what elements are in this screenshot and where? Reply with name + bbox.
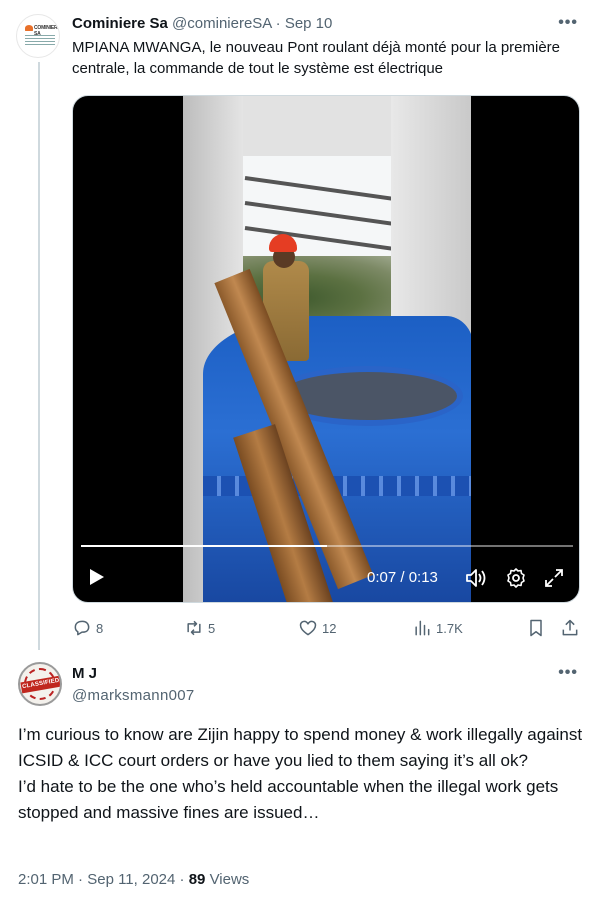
video-time: 0:07 / 0:13	[367, 569, 438, 586]
gear-icon[interactable]	[505, 567, 527, 589]
reply-button[interactable]: 8	[72, 616, 103, 640]
tweet2-separator: ·	[78, 871, 84, 888]
tweet2-views-label: Views	[209, 871, 250, 888]
reply-icon	[74, 620, 90, 636]
avatar-cominiere[interactable]: COMINIERE SA	[16, 14, 60, 58]
tweet2-views-count: 89	[188, 871, 206, 888]
play-icon[interactable]	[89, 568, 105, 586]
tweet2-more-icon[interactable]: •••	[558, 664, 578, 682]
tweet2-text-line: I’m curious to know are Zijin happy to s…	[18, 725, 583, 770]
tweet2-time[interactable]: 2:01 PM	[18, 871, 74, 888]
like-count: 12	[322, 620, 337, 636]
logo-lines	[25, 35, 55, 47]
share-button[interactable]	[560, 616, 584, 640]
video-frame	[183, 96, 471, 602]
tweet2-text-line: I’d hate to be the one who’s held accoun…	[18, 777, 559, 822]
avatar-mj[interactable]: CLASSIFIED	[18, 662, 62, 706]
tweet2-text: I’m curious to know are Zijin happy to s…	[18, 722, 583, 826]
tweet2-separator-2: ·	[179, 871, 185, 888]
bookmark-button[interactable]	[526, 616, 550, 640]
video-progress-fill	[81, 545, 327, 547]
tweet1-text: MPIANA MWANGA, le nouveau Pont roulant d…	[72, 39, 561, 77]
video-progress-bar[interactable]	[81, 545, 573, 547]
tweet1-header: Cominiere Sa @cominiereSA · Sep 10	[72, 14, 582, 34]
logo-flame-icon	[25, 25, 33, 31]
expand-icon[interactable]	[543, 567, 565, 589]
volume-icon[interactable]	[465, 568, 487, 588]
views-button[interactable]: 1.7K	[412, 616, 463, 640]
analytics-icon	[415, 620, 430, 636]
video-player[interactable]: 0:07 / 0:13	[72, 95, 580, 603]
tweet1-action-bar: 8 5 12 1.7K	[72, 616, 582, 640]
tweet2-date[interactable]: Sep 11, 2024	[87, 871, 175, 888]
bookmark-icon	[530, 619, 542, 637]
thread-connector-line	[38, 62, 40, 650]
tweet2-meta: 2:01 PM · Sep 11, 2024 · 89 Views	[18, 869, 249, 891]
tweet2-author-handle[interactable]: @marksmann007	[72, 686, 195, 706]
tweet1-more-icon[interactable]: •••	[558, 14, 578, 32]
repost-icon	[187, 620, 201, 636]
reply-count: 8	[96, 620, 104, 636]
heart-icon	[299, 620, 317, 636]
tweet1-separator: ·	[275, 15, 281, 32]
tweet1-date[interactable]: Sep 10	[285, 15, 333, 32]
views-count: 1.7K	[436, 620, 463, 636]
tweet1-author-name[interactable]: Cominiere Sa	[72, 15, 168, 32]
like-button[interactable]: 12	[298, 616, 336, 640]
repost-count: 5	[208, 620, 216, 636]
repost-button[interactable]: 5	[184, 616, 215, 640]
tweet1-author-handle[interactable]: @cominiereSA	[172, 15, 271, 32]
share-icon	[562, 619, 578, 636]
tweet2-author-name[interactable]: M J	[72, 664, 97, 684]
